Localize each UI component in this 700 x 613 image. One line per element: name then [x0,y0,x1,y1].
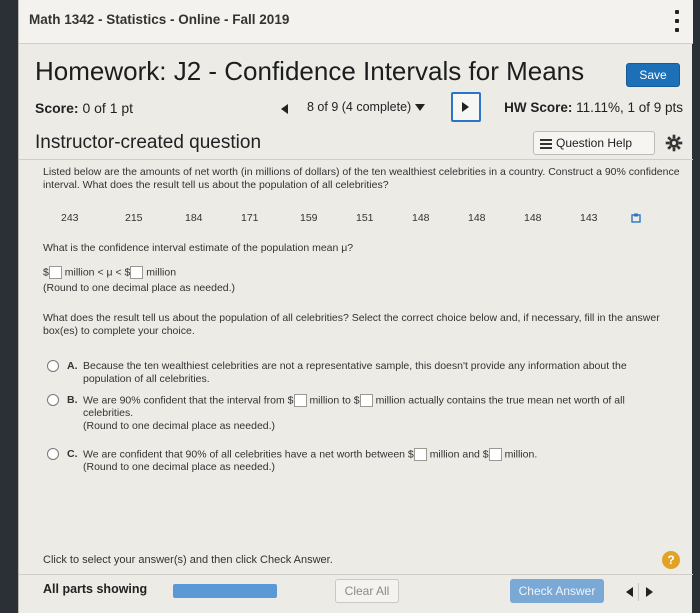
question-type-label: Instructor-created question [35,132,262,153]
instruction-hint: Click to select your answer(s) and then … [43,554,333,566]
score-label: Score: [35,100,79,116]
interval-answer: $ million < μ < $ million [43,266,176,279]
next-icon[interactable] [646,587,653,597]
next-question-button[interactable] [451,92,481,122]
save-button[interactable]: Save [626,63,680,87]
choice-c[interactable]: C. We are confident that 90% of all cele… [47,448,677,476]
parts-progress-bar [173,584,277,598]
radio-b[interactable] [47,394,59,406]
check-answer-button[interactable]: Check Answer [510,579,604,603]
data-value: 151 [356,212,374,224]
choice-a[interactable]: A. Because the ten wealthiest celebritie… [47,360,677,386]
choice-text-b: million and $ [429,448,489,461]
question-prompt: Listed below are the amounts of net wort… [43,166,680,191]
choice-letter: C. [67,448,78,460]
hw-score-value: 11.11%, 1 of 9 pts [576,100,683,115]
interval-mid: million < μ < $ [64,266,131,279]
more-options-icon[interactable] [673,10,681,32]
round-note: (Round to one decimal place as needed.) [43,282,236,294]
upper-bound-input[interactable] [130,266,144,279]
choice-b[interactable]: B. We are 90% confident that the interva… [47,394,677,434]
data-value: 184 [185,212,203,224]
interval-suffix: million [146,266,177,279]
score-row: Score: 0 of 1 pt 8 of 9 (4 complete) HW … [19,92,693,124]
choice-text: Because the ten wealthiest celebrities a… [83,360,627,385]
choice-c-lower-input[interactable] [413,448,427,461]
choice-text-a: We are confident that 90% of all celebri… [83,448,414,461]
choice-text-a: We are 90% confident that the interval f… [83,394,294,407]
clear-all-button[interactable]: Clear All [335,579,399,603]
data-value: 215 [125,212,143,224]
data-value: 243 [61,212,79,224]
choice-body: We are confident that 90% of all celebri… [83,448,673,474]
choice-text-b: million to $ [309,394,360,407]
question-part-1: What is the confidence interval estimate… [43,242,354,254]
data-value: 148 [412,212,430,224]
choice-c-upper-input[interactable] [488,448,502,461]
lower-bound-input[interactable] [48,266,62,279]
previous-icon[interactable] [626,587,633,597]
question-position: 8 of 9 (4 complete) [307,100,412,114]
data-value: 159 [300,212,318,224]
previous-question-icon[interactable] [281,104,288,114]
copy-data-icon[interactable] [631,213,641,223]
choice-letter: A. [67,360,78,372]
data-value: 148 [468,212,486,224]
choice-letter: B. [67,394,78,406]
hw-score-label: HW Score: [504,100,573,115]
data-table: 243 215 184 171 159 151 148 148 148 143 [43,212,663,228]
hw-score: HW Score: 11.11%, 1 of 9 pts [504,100,683,115]
score: Score: 0 of 1 pt [35,100,133,116]
data-value: 148 [524,212,542,224]
next-arrow-icon [462,102,469,112]
chevron-down-icon [415,104,426,112]
radio-c[interactable] [47,448,59,460]
question-help-button[interactable]: Question Help [533,131,655,155]
question-selector[interactable]: 8 of 9 (4 complete) [307,100,426,114]
data-value: 171 [241,212,259,224]
choice-note: (Round to one decimal place as needed.) [83,419,276,432]
bottom-bar: All parts showing Clear All Check Answer [19,574,693,608]
course-bar: Math 1342 - Statistics - Online - Fall 2… [19,0,693,44]
course-title: Math 1342 - Statistics - Online - Fall 2… [29,12,290,27]
divider [638,583,639,601]
homework-screen: Math 1342 - Statistics - Online - Fall 2… [18,0,693,613]
gear-icon[interactable] [665,134,683,152]
data-value: 143 [580,212,598,224]
list-icon [540,138,552,149]
score-value: 0 of 1 pt [82,100,134,116]
choice-note: (Round to one decimal place as needed.) [83,461,276,473]
question-help-label: Question Help [556,136,633,150]
choice-body: We are 90% confident that the interval f… [83,394,673,432]
question-part-2: What does the result tell us about the p… [43,312,660,337]
choice-text-c: million. [504,448,538,461]
page-title: Homework: J2 - Confidence Intervals for … [35,56,585,86]
help-icon[interactable]: ? [662,551,680,569]
parts-label: All parts showing [43,582,148,596]
choice-b-lower-input[interactable] [293,394,307,407]
question-content: Listed below are the amounts of net wort… [43,166,683,473]
question-header: Instructor-created question Question Hel… [19,126,693,160]
radio-a[interactable] [47,360,59,372]
choice-b-upper-input[interactable] [359,394,373,407]
